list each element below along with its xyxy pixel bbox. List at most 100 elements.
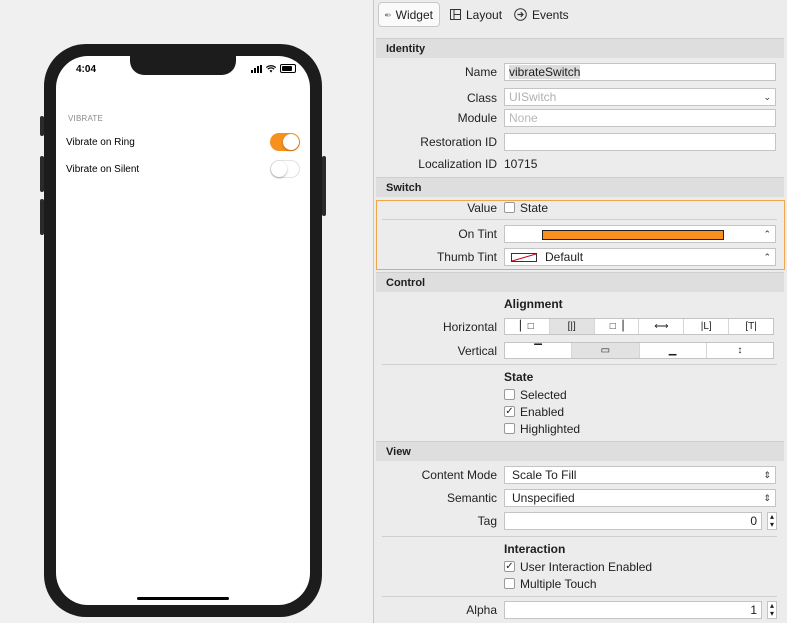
name-field[interactable]: vibrateSwitch [504,63,776,81]
mute-button [40,116,44,136]
semantic-value: Unspecified [512,491,575,505]
signal-icon [251,64,262,73]
align-center-icon[interactable]: [|] [549,319,595,334]
module-field[interactable]: None [504,109,776,127]
tab-label: Widget [395,7,433,22]
module-placeholder: None [509,111,538,125]
power-button [322,156,326,216]
volume-up-button [40,156,44,192]
alpha-stepper[interactable]: ▴ ▾ [767,601,777,619]
section-header-switch: Switch [376,177,784,197]
align-left-icon[interactable]: ▏□ [505,319,550,334]
thumb-tint-color-picker[interactable]: Default ⌃ [504,248,776,266]
localization-id-label: Localization ID [418,157,497,171]
content-mode-select[interactable]: Scale To Fill ⇕ [504,466,776,484]
on-tint-swatch [542,230,724,240]
align-middle-icon[interactable]: ▭ [572,343,640,358]
content-mode-label: Content Mode [421,468,497,482]
name-label: Name [464,65,497,79]
chevron-down-icon[interactable]: ⌄ [763,89,771,105]
control-state-label: State [504,370,534,384]
alignment-label: Alignment [504,297,563,311]
divider [382,596,777,597]
align-top-icon[interactable]: ▔ [505,343,573,358]
vertical-alignment-control[interactable]: ▔ ▭ ▁ ↕ [504,342,774,359]
tab-layout[interactable]: Layout [444,2,508,27]
tab-widget[interactable]: Widget [378,2,440,27]
home-indicator [137,597,229,600]
vibrate-silent-switch[interactable] [270,160,300,178]
multiple-touch-checkbox[interactable] [504,578,515,589]
tag-value: 0 [750,514,757,528]
up-down-arrows-icon: ⇕ [763,493,771,503]
table-row-vibrate-silent[interactable]: Vibrate on Silent [66,156,300,182]
attributes-inspector: Widget Layout Events Identity Name vibra… [374,0,787,623]
state-checkbox[interactable] [504,202,515,213]
semantic-label: Semantic [446,491,497,505]
row-label: Vibrate on Silent [66,163,140,175]
table-row-vibrate-ring[interactable]: Vibrate on Ring [66,129,300,155]
table-section-header: VIBRATE [68,114,104,123]
horizontal-alignment-control[interactable]: ▏□ [|] □▕ ⟷ |L] [T| [504,318,774,335]
tag-stepper[interactable]: ▴ ▾ [767,512,777,530]
alpha-field[interactable]: 1 [504,601,762,619]
battery-icon [280,64,296,73]
notch [130,56,236,75]
align-right-icon[interactable]: □▕ [595,319,640,334]
phone-screen: 4:04 VIBRATE Vibrate on Ring Vibrate on … [56,56,310,605]
restoration-id-field[interactable] [504,133,776,151]
section-header-view: View [376,441,784,461]
align-fill-icon[interactable]: ⟷ [639,319,685,334]
thumb-tint-value: Default [545,250,584,264]
align-leading-icon[interactable]: |L] [684,319,730,334]
alpha-label: Alpha [466,603,497,617]
value-label: Value [467,201,497,215]
divider [382,219,777,220]
arrow-circle-icon [514,8,527,21]
enabled-checkbox[interactable]: ✓ [504,406,515,417]
tab-label: Layout [466,7,503,22]
on-tint-label: On Tint [458,227,497,241]
selected-checkbox[interactable] [504,389,515,400]
highlighted-checkbox-label: Highlighted [520,422,581,436]
on-tint-color-picker[interactable]: ⌃ [504,225,776,243]
align-vertical-fill-icon[interactable]: ↕ [707,343,773,358]
status-time: 4:04 [76,64,97,75]
align-bottom-icon[interactable]: ▁ [640,343,707,358]
up-down-arrows-icon: ⌃ [763,229,771,239]
localization-id-value: 10715 [504,157,538,171]
enabled-checkbox-label: Enabled [520,405,565,419]
layout-icon [450,9,461,20]
user-interaction-checkbox[interactable]: ✓ [504,561,515,572]
name-value: vibrateSwitch [509,65,581,79]
multiple-touch-label: Multiple Touch [520,577,597,591]
restoration-id-label: Restoration ID [420,135,497,149]
tag-field[interactable]: 0 [504,512,762,530]
switch-widget-icon [385,13,391,16]
volume-down-button [40,199,44,235]
divider [382,536,777,537]
tab-label: Events [532,7,569,22]
inspector-tabs: Widget Layout Events [374,0,787,36]
interaction-label: Interaction [504,542,566,556]
vibrate-ring-switch[interactable] [270,133,300,151]
semantic-select[interactable]: Unspecified ⇕ [504,489,776,507]
content-mode-value: Scale To Fill [512,468,577,482]
class-label: Class [466,91,497,105]
iphone-device-frame: 4:04 VIBRATE Vibrate on Ring Vibrate on … [40,44,326,617]
class-combo[interactable]: UISwitch ⌄ [504,88,776,106]
switch-knob [271,161,287,177]
selected-checkbox-label: Selected [520,388,567,402]
tab-events[interactable]: Events [508,2,575,27]
align-trailing-icon[interactable]: [T| [729,319,773,334]
state-checkbox-label: State [520,201,549,215]
storyboard-canvas[interactable]: 4:04 VIBRATE Vibrate on Ring Vibrate on … [0,0,373,623]
up-down-arrows-icon: ⌃ [763,252,771,262]
vertical-label: Vertical [457,344,497,358]
alpha-value: 1 [750,603,757,617]
row-label: Vibrate on Ring [66,136,135,148]
highlighted-checkbox[interactable] [504,423,515,434]
section-header-control: Control [376,272,784,292]
divider [382,364,777,365]
tag-label: Tag [477,514,497,528]
